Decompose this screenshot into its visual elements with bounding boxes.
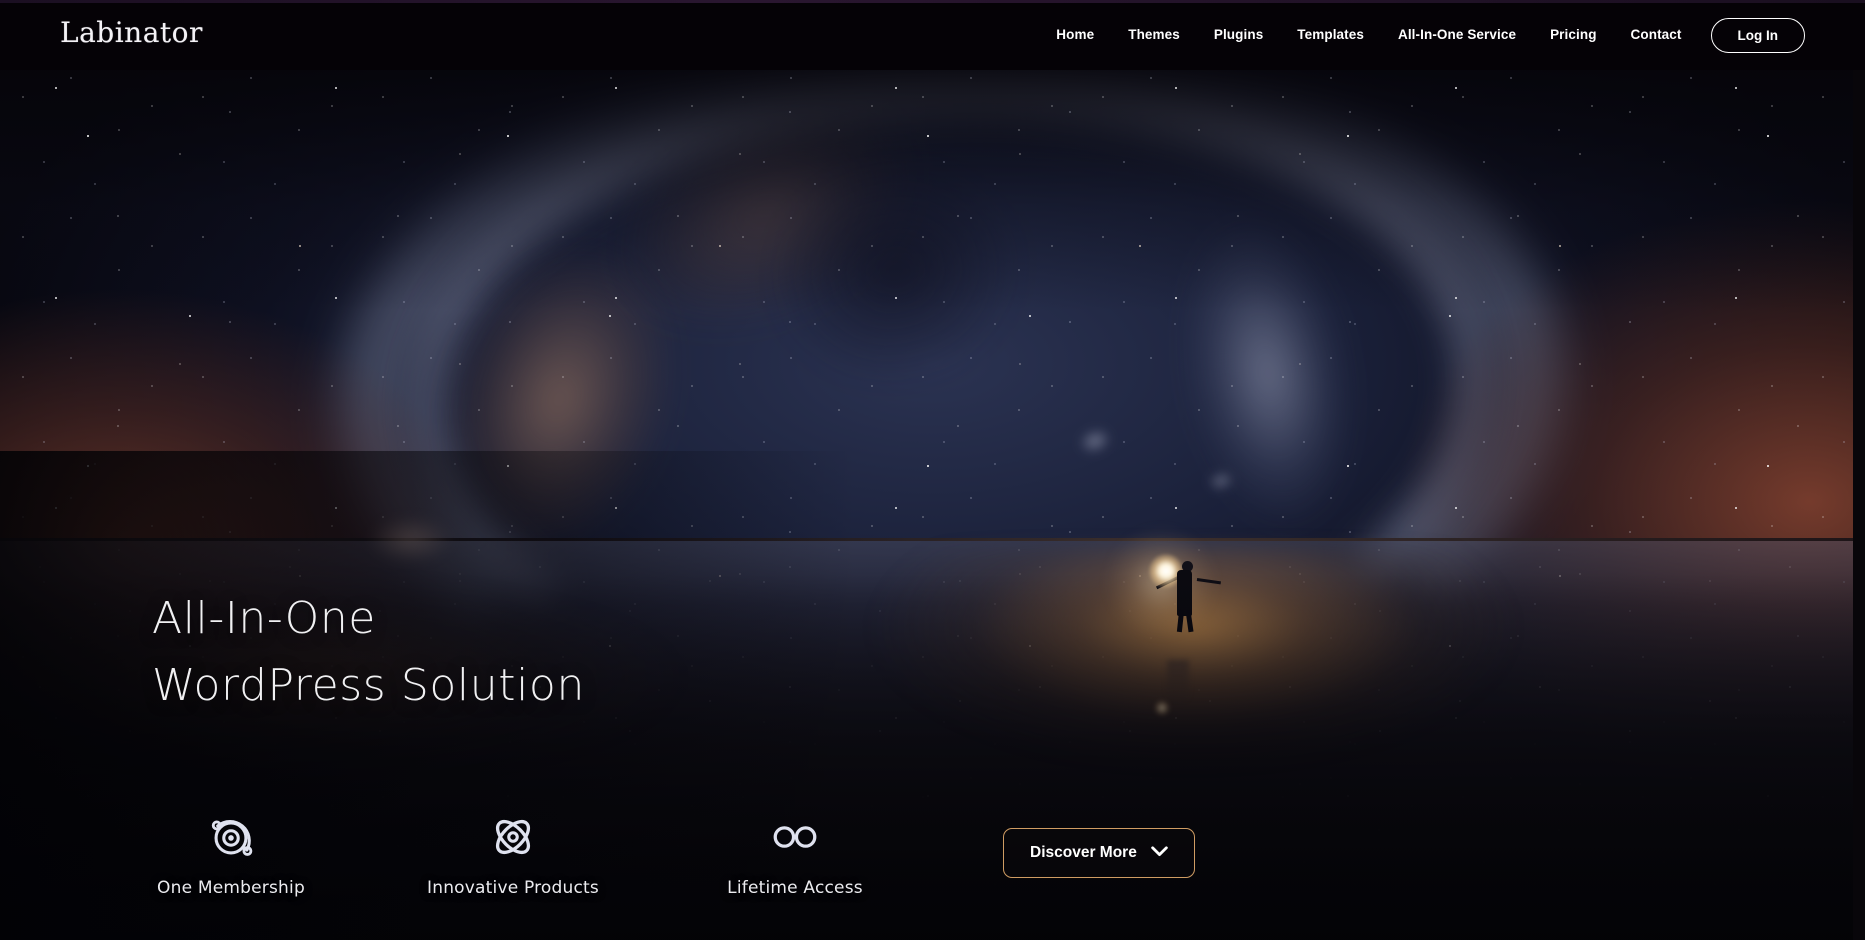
main-navigation: Home Themes Plugins Templates All-In-One… xyxy=(1039,0,1805,70)
chevron-down-icon xyxy=(1151,844,1168,862)
hero-section: All-In-One WordPress Solution One Member… xyxy=(0,66,1865,940)
hero-headline-line-2: WordPress Solution xyxy=(152,660,585,712)
nav-item-themes[interactable]: Themes xyxy=(1111,0,1197,70)
feature-item-lifetime-access[interactable]: Lifetime Access xyxy=(654,810,936,898)
login-button[interactable]: Log In xyxy=(1710,17,1805,53)
page-root: Labinator Home Themes Plugins Templates … xyxy=(0,0,1865,940)
nav-item-contact[interactable]: Contact xyxy=(1614,0,1699,70)
nav-item-templates[interactable]: Templates xyxy=(1280,0,1381,70)
feature-label-innovative-products: Innovative Products xyxy=(427,878,599,898)
site-header: Labinator Home Themes Plugins Templates … xyxy=(0,0,1865,70)
hero-headline-line-1: All-In-One xyxy=(152,593,376,645)
feature-item-one-membership[interactable]: One Membership xyxy=(90,810,372,898)
atom-icon xyxy=(486,810,540,864)
feature-label-one-membership: One Membership xyxy=(157,878,305,898)
nav-item-plugins[interactable]: Plugins xyxy=(1197,0,1280,70)
infinity-icon xyxy=(768,810,822,864)
nav-item-home[interactable]: Home xyxy=(1039,0,1111,70)
hero-right-edge-bar xyxy=(1853,66,1865,940)
orbit-icon xyxy=(204,810,258,864)
discover-more-label: Discover More xyxy=(1030,844,1137,861)
hero-feature-list: One Membership Innovative Products Lifet… xyxy=(90,810,936,898)
hero-content: All-In-One WordPress Solution One Member… xyxy=(0,593,1865,940)
discover-more-button[interactable]: Discover More xyxy=(1003,828,1195,878)
nav-item-pricing[interactable]: Pricing xyxy=(1533,0,1613,70)
nav-item-all-in-one-service[interactable]: All-In-One Service xyxy=(1381,0,1533,70)
hero-headline: All-In-One WordPress Solution xyxy=(152,586,585,720)
feature-label-lifetime-access: Lifetime Access xyxy=(727,878,863,898)
feature-item-innovative-products[interactable]: Innovative Products xyxy=(372,810,654,898)
site-logo[interactable]: Labinator xyxy=(60,16,203,49)
